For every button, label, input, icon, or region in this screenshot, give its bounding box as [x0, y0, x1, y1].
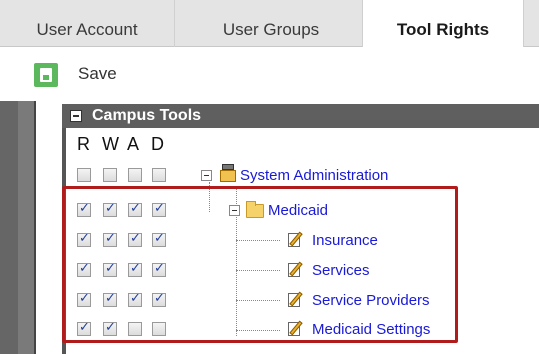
- tab-tool-rights[interactable]: Tool Rights: [362, 0, 524, 48]
- admin-tools-icon: [218, 164, 238, 182]
- tree-gutter: [18, 101, 34, 354]
- tab-bar: User Account User Groups Tool Rights: [0, 0, 539, 48]
- tab-user-groups[interactable]: User Groups: [186, 0, 356, 47]
- checkbox-write[interactable]: [103, 168, 117, 182]
- save-button[interactable]: Save: [78, 64, 117, 84]
- column-delete: D: [151, 134, 164, 154]
- checkbox-delete[interactable]: [152, 168, 166, 182]
- tab-divider: [174, 0, 175, 47]
- save-icon[interactable]: [34, 63, 58, 87]
- highlight-annotation: [62, 186, 458, 343]
- collapse-icon[interactable]: [201, 170, 212, 181]
- checkbox-read[interactable]: [77, 168, 91, 182]
- tab-user-account[interactable]: User Account: [0, 0, 174, 47]
- left-gutter: [0, 101, 18, 354]
- column-read: R: [77, 134, 90, 154]
- toolbar: Save: [18, 47, 539, 101]
- campus-tools-header: Campus Tools: [62, 104, 539, 128]
- collapse-icon[interactable]: [70, 110, 82, 122]
- checkbox-add[interactable]: [128, 168, 142, 182]
- column-add: A: [127, 134, 140, 154]
- tree-item-system-administration[interactable]: System Administration: [240, 167, 388, 184]
- column-write: W: [102, 134, 119, 154]
